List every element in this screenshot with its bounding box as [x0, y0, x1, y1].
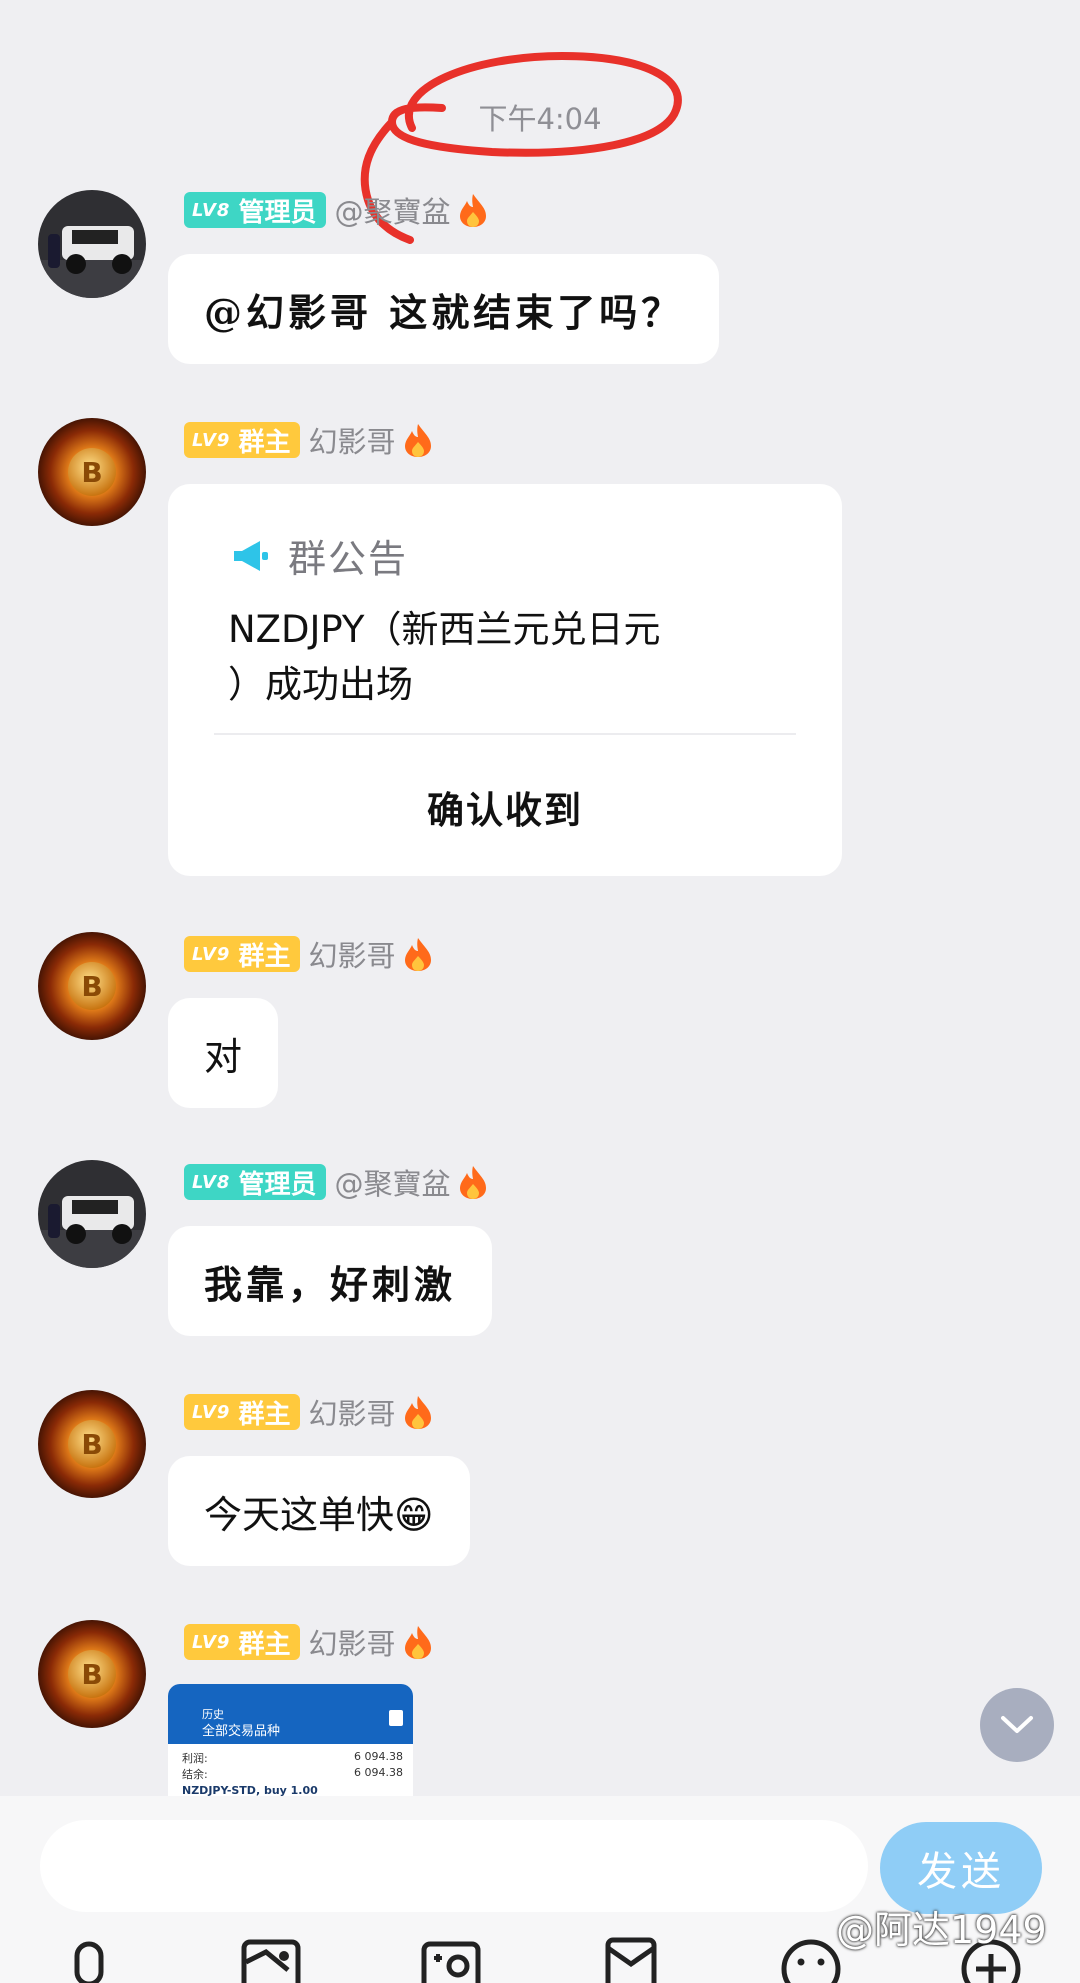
watermark: @阿达1949 [836, 1908, 1047, 1952]
scroll-to-bottom-button[interactable] [980, 1688, 1054, 1762]
camera-icon[interactable] [418, 1936, 484, 1983]
level-badge: LV9 群主 [184, 1394, 301, 1430]
sender-name[interactable]: 幻影哥 [308, 419, 395, 461]
flame-icon [405, 424, 432, 457]
flame-icon [460, 1166, 487, 1199]
message-bubble[interactable]: @幻影哥 这就结束了吗？ [168, 254, 720, 364]
message-bubble[interactable]: 今天这单快😁 [168, 1456, 470, 1566]
svg-text:B: B [81, 1428, 102, 1461]
microphone-icon[interactable] [56, 1936, 122, 1983]
message-header: LV9 群主 幻影哥 [184, 420, 433, 460]
megaphone-icon [234, 540, 268, 571]
svg-text:B: B [81, 970, 102, 1003]
emoji-icon[interactable] [778, 1936, 844, 1983]
flame-icon [405, 1626, 432, 1659]
message-bubble[interactable]: 对 [168, 998, 279, 1108]
sender-name[interactable]: 幻影哥 [308, 933, 395, 975]
chevron-down-icon [1001, 1716, 1033, 1733]
flame-icon [460, 194, 487, 227]
avatar-owner[interactable]: B [38, 1390, 146, 1498]
level-badge: LV8 管理员 [184, 192, 327, 228]
message-header: LV9 群主 幻影哥 [184, 1622, 433, 1662]
avatar-owner[interactable]: B [38, 932, 146, 1040]
sender-name[interactable]: @聚寶盆 [334, 189, 450, 231]
message-bubble[interactable]: 我靠，好刺激 [168, 1226, 493, 1336]
avatar-owner[interactable]: B [38, 418, 146, 526]
notice-body: NZDJPY（新西兰元兑日元 ）成功出场 [228, 608, 661, 706]
level-badge: LV8 管理员 [184, 1164, 327, 1200]
svg-text:B: B [81, 456, 102, 489]
svg-text:B: B [81, 1658, 102, 1691]
flame-icon [405, 938, 432, 971]
message-input[interactable] [40, 1820, 868, 1912]
sender-name[interactable]: @聚寶盆 [334, 1161, 450, 1203]
group-notice-card[interactable]: 群公告 NZDJPY（新西兰元兑日元 ）成功出场 确认收到 [168, 484, 842, 876]
flame-icon [405, 1396, 432, 1429]
message-header: LV8 管理员 @聚寶盆 [184, 190, 488, 230]
message-header: LV8 管理员 @聚寶盆 [184, 1162, 488, 1202]
notice-header: 群公告 [230, 528, 408, 583]
thumbnail-header: 历史 全部交易品种 [168, 1684, 413, 1744]
message-header: LV9 群主 幻影哥 [184, 1392, 433, 1432]
level-badge: LV9 群主 [184, 1624, 301, 1660]
avatar-owner[interactable]: B [38, 1620, 146, 1728]
avatar-admin[interactable] [38, 1160, 146, 1268]
red-packet-icon[interactable] [598, 1936, 664, 1983]
message-header: LV9 群主 幻影哥 [184, 934, 433, 974]
sender-name[interactable]: 幻影哥 [308, 1621, 395, 1663]
level-badge: LV9 群主 [184, 936, 301, 972]
divider [214, 733, 796, 735]
avatar-admin[interactable] [38, 190, 146, 298]
gallery-icon[interactable] [238, 1936, 304, 1983]
image-message-thumbnail[interactable]: 历史 全部交易品种 利润: 6 094.38 结余: 6 094.38 NZDJ… [168, 1684, 413, 1796]
level-badge: LV9 群主 [184, 422, 301, 458]
sender-name[interactable]: 幻影哥 [308, 1391, 395, 1433]
confirm-received-button[interactable]: 确认收到 [168, 780, 842, 834]
